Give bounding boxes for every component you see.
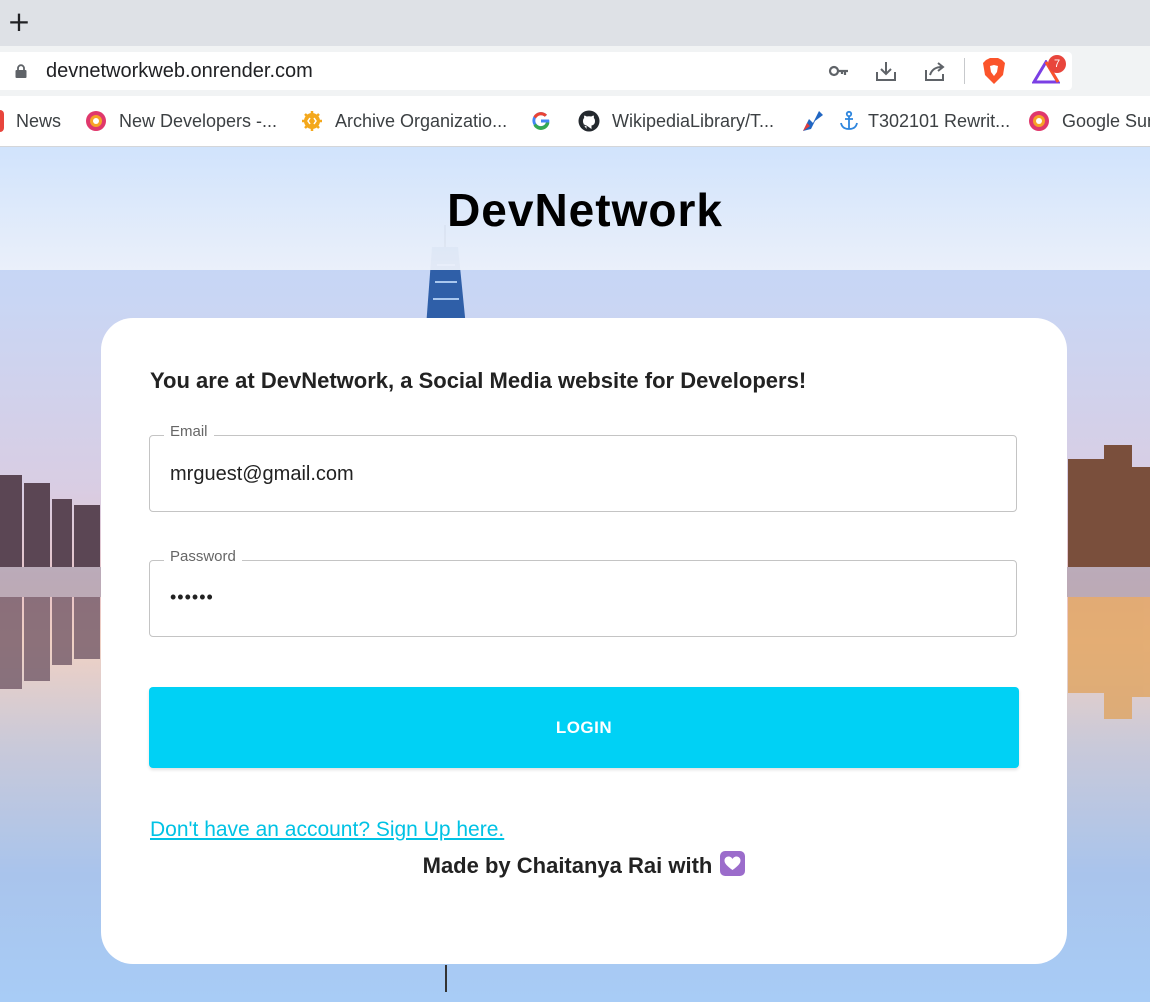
bookmark-label: Google Sun: [1062, 110, 1150, 131]
lock-icon[interactable]: [14, 64, 28, 78]
mediawiki-icon: [1029, 111, 1049, 131]
sourceforge-icon: [302, 111, 322, 131]
address-bar[interactable]: devnetworkweb.onrender.com 7: [0, 52, 1072, 90]
bookmark-google[interactable]: [530, 108, 564, 134]
google-icon: [532, 112, 550, 130]
heart-icon: [720, 851, 746, 876]
brave-shields-icon[interactable]: [982, 57, 1006, 85]
password-field[interactable]: Password ••••••: [149, 548, 1017, 637]
made-by-text: Made by Chaitanya Rai with: [422, 853, 713, 878]
toolbar-divider: [964, 58, 965, 84]
login-card: You are at DevNetwork, a Social Media we…: [101, 318, 1067, 964]
share-icon[interactable]: [924, 60, 946, 82]
bookmark-google-summer[interactable]: Google Sun: [1028, 108, 1150, 134]
brand-title: DevNetwork: [447, 184, 723, 236]
new-tab-button[interactable]: +: [6, 6, 32, 38]
signup-link[interactable]: Don't have an account? Sign Up here.: [150, 818, 504, 842]
bookmark-archive-organization[interactable]: Archive Organizatio...: [301, 108, 507, 134]
made-by-footer: Made by Chaitanya Rai with: [101, 851, 1067, 879]
bookmarks-bar: News New Developers -... Archive Organiz…: [0, 96, 1150, 147]
bookmark-news[interactable]: News: [0, 108, 61, 134]
mediawiki-icon: [86, 111, 106, 131]
password-value[interactable]: ••••••: [170, 587, 214, 608]
bookmark-t302101[interactable]: T302101 Rewrit...: [838, 108, 1010, 134]
key-icon[interactable]: [828, 60, 850, 82]
github-icon: [578, 110, 600, 132]
bookmark-new-developers[interactable]: New Developers -...: [85, 108, 277, 134]
page-background: DevNetwork You are at DevNetwork, a Soci…: [0, 147, 1150, 1002]
anchor-icon: [840, 110, 858, 130]
bookmark-label: Archive Organizatio...: [335, 110, 508, 131]
url-text[interactable]: devnetworkweb.onrender.com: [46, 60, 313, 82]
download-icon[interactable]: [875, 60, 897, 82]
bookmark-wikipedia-library[interactable]: WikipediaLibrary/T...: [578, 108, 774, 134]
tab-strip: +: [0, 0, 1150, 46]
bookmark-label: T302101 Rewrit...: [868, 110, 1011, 131]
email-field[interactable]: Email mrguest@gmail.com: [149, 423, 1017, 512]
bookmark-label: New Developers -...: [119, 110, 278, 131]
bookmark-phabricator[interactable]: [801, 108, 837, 134]
email-value[interactable]: mrguest@gmail.com: [170, 463, 354, 486]
login-button[interactable]: LOGIN: [149, 687, 1019, 768]
bookmark-label: WikipediaLibrary/T...: [612, 110, 775, 131]
bookmark-label: News: [16, 110, 62, 131]
rewards-badge: 7: [1048, 55, 1066, 73]
browser-toolbar: devnetworkweb.onrender.com 7: [0, 46, 1150, 96]
phabricator-icon: [803, 111, 823, 131]
email-label: Email: [164, 423, 214, 440]
intro-text: You are at DevNetwork, a Social Media we…: [150, 368, 807, 393]
news-icon: [0, 110, 4, 132]
password-label: Password: [164, 548, 242, 565]
